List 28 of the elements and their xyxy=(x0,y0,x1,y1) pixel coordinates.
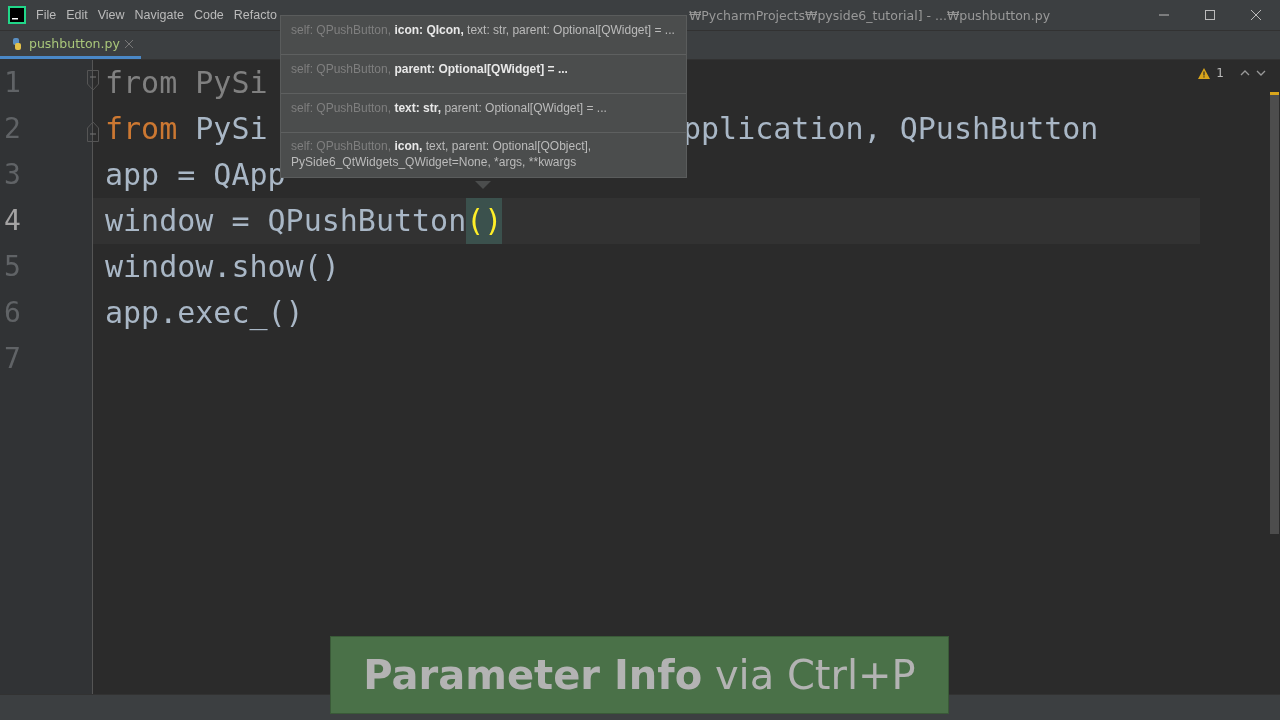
code-text: from xyxy=(105,110,178,148)
code-text: app.exec_() xyxy=(105,294,304,333)
warning-icon[interactable] xyxy=(1198,67,1211,79)
python-file-icon xyxy=(10,36,24,51)
menu-item[interactable]: Edit xyxy=(66,8,88,22)
matched-brace: () xyxy=(466,198,503,244)
code-text: pplication, QPushButton xyxy=(682,110,1099,148)
code-text: window = QPushButton xyxy=(105,202,467,240)
chevron-down-icon[interactable] xyxy=(1256,70,1266,76)
caption-banner: Parameter Info via Ctrl+P xyxy=(330,636,949,714)
line-number: 4 xyxy=(3,203,22,239)
window-title: ₩PycharmProjects₩pyside6_tutorial] - ...₩pushbutton.py xyxy=(688,7,1051,23)
menu-item[interactable]: Refacto xyxy=(233,8,277,22)
code-text: from PySi xyxy=(105,64,268,102)
app-logo-icon xyxy=(8,6,26,24)
chevron-up-icon[interactable] xyxy=(1240,70,1250,76)
warning-count: 1 xyxy=(1216,66,1224,80)
code-text: app = QApp xyxy=(105,156,286,194)
menu-item[interactable]: File xyxy=(36,8,57,22)
code-text: window.show() xyxy=(105,248,340,286)
code-text: PySi xyxy=(194,110,268,148)
scrollbar[interactable] xyxy=(1270,92,1279,534)
menu-item[interactable]: Navigate xyxy=(134,8,184,22)
popup-pointer-icon xyxy=(475,181,491,189)
menu-item[interactable]: View xyxy=(97,8,125,22)
close-icon[interactable] xyxy=(1250,9,1262,21)
maximize-icon[interactable] xyxy=(1204,9,1216,21)
menu-item[interactable]: Code xyxy=(193,8,224,22)
